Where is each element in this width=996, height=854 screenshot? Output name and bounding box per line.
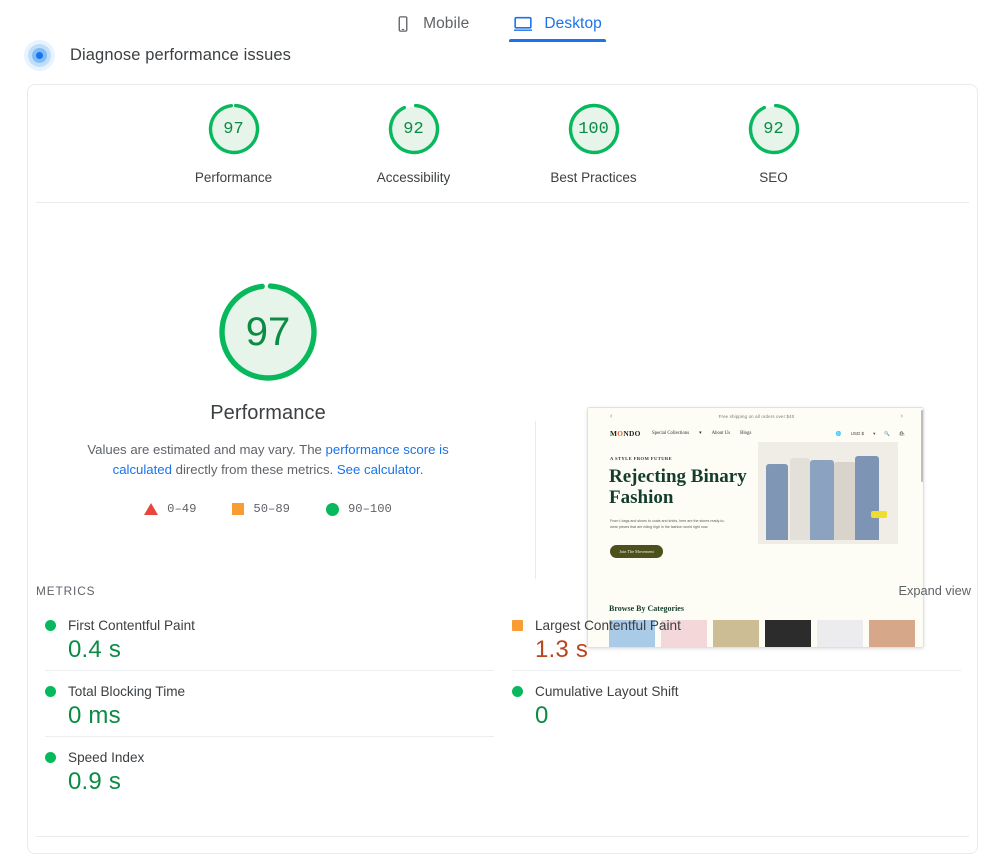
thumbnail-scrollbar[interactable] — [921, 410, 923, 482]
metrics-grid: First Contentful Paint 0.4 s Total Block… — [36, 605, 971, 802]
gauge-performance: 97 — [206, 101, 262, 157]
hero-photo — [758, 442, 898, 544]
metric-largest-contentful-paint[interactable]: Largest Contentful Paint 1.3 s — [512, 605, 961, 671]
gauge-best-practices-score: 100 — [578, 119, 609, 139]
site-nav-utilities: 🌐 USD $ ▾ 🔍 🛍 — [836, 431, 905, 437]
link-see-calculator[interactable]: See calculator — [337, 462, 420, 477]
nav-link-special-collections: Special Collections — [652, 431, 690, 436]
category-score-row: 97 Performance 92 Accessibility 100 Best… — [28, 85, 979, 202]
description-middle: directly from these metrics. — [171, 462, 337, 477]
globe-icon: 🌐 — [835, 430, 842, 436]
legend-item-average: 50–89 — [232, 502, 290, 516]
metrics-column-right: Largest Contentful Paint 1.3 s Cumulativ… — [503, 605, 970, 802]
gauge-performance-score: 97 — [223, 119, 244, 139]
gauge-best-practices: 100 — [566, 101, 622, 157]
chevron-down-icon: ▾ — [873, 430, 876, 436]
hero-eyebrow: A STYLE FROM FUTURE — [610, 456, 673, 461]
thumbnail-promo-bar: ‹ Free shipping on all orders over $40 › — [588, 408, 923, 425]
legend-item-fail: 0–49 — [144, 502, 196, 516]
description-prefix: Values are estimated and may vary. The — [87, 442, 326, 457]
metric-value: 0 ms — [68, 702, 121, 729]
search-icon: 🔍 — [884, 430, 891, 436]
legend-pass-range: 90–100 — [347, 502, 392, 516]
hero-headline: Rejecting Binary Fashion — [609, 466, 747, 508]
gauge-seo-score: 92 — [763, 119, 784, 139]
mobile-phone-icon — [394, 15, 412, 33]
circle-pass-icon — [325, 502, 339, 516]
metrics-header: METRICS Expand view — [36, 583, 971, 598]
status-pass-circle-icon — [45, 686, 56, 697]
page-title: Diagnose performance issues — [70, 46, 291, 64]
legend-fail-range: 0–49 — [167, 502, 197, 516]
tab-mobile-label: Mobile — [423, 15, 470, 32]
metric-value: 0 — [535, 702, 549, 729]
status-pass-circle-icon — [512, 686, 523, 697]
metrics-section-title: METRICS — [36, 583, 96, 598]
metric-label: Total Blocking Time — [68, 684, 186, 699]
currency-selector-label: USD $ — [850, 431, 865, 436]
tab-desktop-label: Desktop — [544, 15, 602, 32]
category-best-practices-label: Best Practices — [550, 170, 637, 185]
hero-body-text: From t-bags and shoes to coats and shirt… — [610, 519, 725, 529]
metric-value: 1.3 s — [535, 636, 589, 663]
metric-label: Cumulative Layout Shift — [535, 684, 679, 699]
shopping-bag-icon: 🛍 — [899, 430, 905, 436]
performance-score-value: 97 — [245, 309, 291, 354]
metric-total-blocking-time[interactable]: Total Blocking Time 0 ms — [45, 671, 494, 737]
vertical-divider — [535, 421, 536, 579]
performance-section: 97 Performance Values are estimated and … — [28, 203, 979, 648]
status-average-square-icon — [512, 620, 523, 631]
nav-link-about-us: About Us — [711, 431, 731, 436]
tab-active-underline — [509, 39, 606, 42]
category-accessibility-label: Accessibility — [376, 170, 451, 185]
tab-mobile[interactable]: Mobile — [390, 0, 473, 42]
description-suffix: . — [419, 462, 424, 477]
category-seo-label: SEO — [759, 170, 788, 185]
metric-value: 0.9 s — [68, 768, 122, 795]
diagnose-header: Diagnose performance issues — [24, 40, 291, 71]
metrics-column-left: First Contentful Paint 0.4 s Total Block… — [36, 605, 503, 802]
metric-label: First Contentful Paint — [68, 618, 195, 633]
status-pass-circle-icon — [45, 620, 56, 631]
thumbnail-navbar: MONDO Special Collections ▾ About Us Blo… — [588, 425, 923, 442]
chevron-right-icon: › — [900, 413, 903, 420]
gauge-seo: 92 — [746, 101, 802, 157]
performance-description: Values are estimated and may vary. The p… — [68, 440, 468, 480]
gauge-accessibility-score: 92 — [403, 119, 424, 139]
performance-title: Performance — [210, 402, 326, 424]
hero-cta-button: Join The Movement — [610, 545, 663, 558]
triangle-fail-icon — [144, 503, 159, 515]
device-tab-bar: Mobile Desktop — [0, 0, 996, 42]
site-logo: MONDO — [610, 429, 641, 438]
category-performance[interactable]: 97 Performance — [174, 101, 294, 185]
tab-desktop[interactable]: Desktop — [509, 0, 606, 42]
status-pass-circle-icon — [45, 752, 56, 763]
pulse-glow-icon — [24, 40, 55, 71]
nav-link-blogs: Blogs — [740, 431, 752, 436]
metric-speed-index[interactable]: Speed Index 0.9 s — [45, 737, 494, 802]
metric-cumulative-layout-shift[interactable]: Cumulative Layout Shift 0 — [512, 671, 961, 736]
category-accessibility[interactable]: 92 Accessibility — [354, 101, 474, 185]
expand-view-button[interactable]: Expand view — [898, 583, 971, 598]
site-nav-links: Special Collections ▾ About Us Blogs — [652, 431, 751, 436]
category-seo[interactable]: 92 SEO — [714, 101, 834, 185]
promo-banner-text: Free shipping on all orders over $40 — [718, 414, 795, 419]
performance-summary: 97 Performance Values are estimated and … — [28, 203, 508, 583]
square-average-icon — [232, 503, 245, 515]
score-legend: 0–49 50–89 90–100 — [144, 502, 392, 516]
legend-average-range: 50–89 — [253, 502, 290, 516]
metric-label: Speed Index — [68, 750, 145, 765]
gauge-performance-large: 97 — [216, 280, 320, 384]
category-performance-label: Performance — [194, 170, 273, 185]
desktop-monitor-icon — [513, 14, 533, 34]
chevron-down-icon: ▾ — [699, 431, 702, 436]
metric-value: 0.4 s — [68, 636, 122, 663]
category-best-practices[interactable]: 100 Best Practices — [534, 101, 654, 185]
metric-first-contentful-paint[interactable]: First Contentful Paint 0.4 s — [45, 605, 494, 671]
divider-below-metrics — [36, 836, 969, 837]
legend-item-pass: 90–100 — [325, 502, 392, 516]
report-card: 97 Performance 92 Accessibility 100 Best… — [27, 84, 978, 854]
metric-label: Largest Contentful Paint — [535, 618, 681, 633]
gauge-accessibility: 92 — [386, 101, 442, 157]
